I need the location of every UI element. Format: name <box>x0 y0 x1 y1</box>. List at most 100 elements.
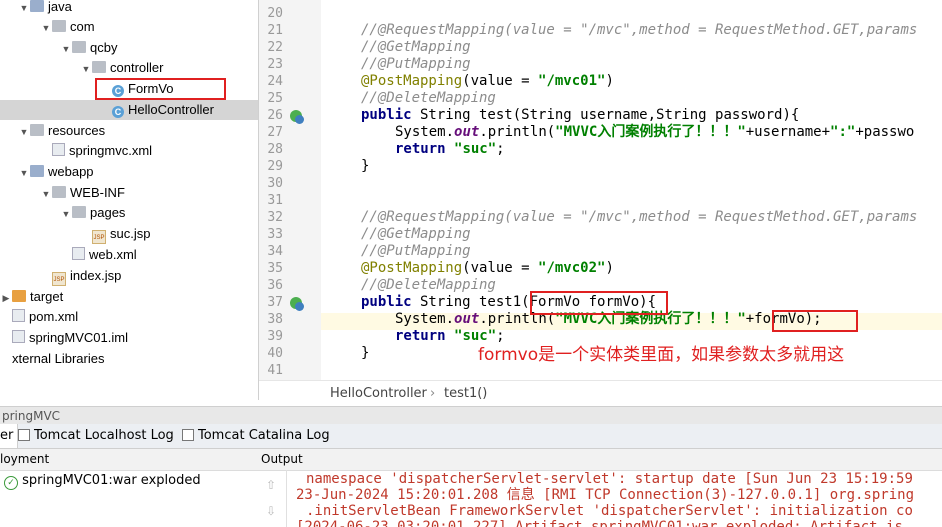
line-number: 28 <box>267 142 283 157</box>
code-line-29: } <box>361 158 370 174</box>
tree-item-label: HelloController <box>128 102 214 117</box>
tab-tomcat-localhost-log[interactable]: Tomcat Localhost Log <box>18 424 174 448</box>
tree-item-label: web.xml <box>89 247 137 262</box>
tree-item-content: ▶ target <box>0 287 64 308</box>
project-tree: ▼ java ▼ com ▼ qcby ▼ controller C FormVo C HelloCo… <box>0 0 258 400</box>
tree-item-label: qcby <box>90 40 118 55</box>
line-number: 26 <box>267 108 283 123</box>
tree-item-content: ▼ pages <box>60 203 126 224</box>
tree-item-label: java <box>48 0 72 14</box>
code-editor[interactable]: 20 21 22 23 24 25 26 27 28 29 30 31 32 33 34 35 36 37 38 39… <box>259 0 942 380</box>
xml-file-icon <box>12 330 25 343</box>
editor-gutter: 20 21 22 23 24 25 26 27 28 29 30 31 32 33 34 35 36 37 38 39… <box>259 0 321 380</box>
source-folder-icon <box>30 165 44 177</box>
code-line-27: System.out.println("MVVC入门案例执行了！！！"+user… <box>395 124 915 140</box>
annotation-note: formvo是一个实体类里面，如果参数太多就用这 <box>478 345 845 365</box>
chevron-down-icon[interactable]: ▼ <box>18 122 30 142</box>
jsp-file-icon: JSP <box>52 272 66 286</box>
tree-item-label: pom.xml <box>29 309 79 324</box>
tree-item-content: ▼ webapp <box>18 162 94 183</box>
scroll-up-icon[interactable]: ⇧ <box>266 478 276 492</box>
tree-item-label: pages <box>90 205 126 220</box>
highlight-box-formvo <box>95 78 226 100</box>
breadcrumb-class[interactable]: HelloController <box>330 381 427 407</box>
folder-icon <box>72 41 86 53</box>
tree-item-content: ▼ WEB-INF <box>40 183 125 204</box>
code-line-25: //@DeleteMapping <box>361 90 496 106</box>
folder-icon <box>52 186 66 198</box>
output-line: namespace 'dispatcherServlet-servlet': s… <box>306 471 913 487</box>
code-line-36: //@DeleteMapping <box>361 277 496 293</box>
output-header: Output <box>258 449 942 471</box>
log-icon <box>18 429 30 441</box>
line-number: 24 <box>267 74 283 89</box>
endpoint-gutter-icon[interactable] <box>290 297 304 311</box>
tree-item-label: webapp <box>48 164 94 179</box>
code-line-21: //@RequestMapping(value = "/mvc",method … <box>361 22 918 38</box>
chevron-down-icon[interactable]: ▼ <box>18 0 30 18</box>
xml-file-icon <box>52 143 65 156</box>
code-line-26: public String test(String username,Strin… <box>361 107 800 123</box>
endpoint-gutter-icon[interactable] <box>290 110 304 124</box>
tree-item-content: web.xml <box>60 245 137 265</box>
tree-item-content: springmvc.xml <box>40 141 152 161</box>
line-number: 35 <box>267 261 283 276</box>
tree-item-content: ▼ com <box>40 17 95 38</box>
breadcrumb: HelloController › test1() <box>259 380 942 407</box>
xml-file-icon <box>12 309 25 322</box>
chevron-down-icon[interactable]: ▼ <box>80 59 92 79</box>
code-line-32: //@RequestMapping(value = "/mvc",method … <box>361 209 918 225</box>
output-line: [2024-06-23 03:20:01,227] Artifact sprin… <box>296 519 903 527</box>
tree-item-label: springMVC01.iml <box>29 330 128 345</box>
xml-file-icon <box>72 247 85 260</box>
deployment-item-label: springMVC01:war exploded <box>22 473 201 488</box>
services-title-bar: pringMVC <box>0 406 942 425</box>
tree-item-label: WEB-INF <box>70 185 125 200</box>
deployment-header-label: loyment <box>0 452 50 466</box>
line-number: 23 <box>267 57 283 72</box>
folder-icon <box>92 61 106 73</box>
line-number: 39 <box>267 329 283 344</box>
tree-item-content: ▼ java <box>18 0 72 18</box>
code-line-22: //@GetMapping <box>361 39 471 55</box>
code-line-35: @PostMapping(value = "/mvc02") <box>361 260 614 276</box>
chevron-right-icon[interactable]: ▶ <box>0 288 12 308</box>
highlight-box-param <box>530 291 668 315</box>
chevron-down-icon[interactable]: ▼ <box>18 163 30 183</box>
services-title: pringMVC <box>2 409 61 423</box>
code-line-40: } <box>361 345 370 361</box>
scroll-down-icon[interactable]: ⇩ <box>266 504 276 518</box>
tree-item-content: springMVC01.iml <box>0 328 128 348</box>
chevron-down-icon[interactable]: ▼ <box>40 18 52 38</box>
deployment-item[interactable]: ✓ springMVC01:war exploded <box>4 473 201 490</box>
code-line-28: return "suc"; <box>395 141 505 157</box>
line-number: 30 <box>267 176 283 191</box>
tab-tomcat-catalina-log[interactable]: Tomcat Catalina Log <box>182 424 330 448</box>
output-line: .initServletBean FrameworkServlet 'dispa… <box>306 503 913 519</box>
breadcrumb-separator: › <box>430 386 436 401</box>
tree-item-content: C HelloController <box>100 100 214 120</box>
line-number: 31 <box>267 193 283 208</box>
output-panel: Output ⇧ ⇩ namespace 'dispatcherServlet-… <box>258 449 942 527</box>
deployment-header: loyment <box>0 449 258 471</box>
tree-item-label: resources <box>48 123 106 138</box>
tab-server-label: er <box>0 428 14 443</box>
tab-label: Tomcat Catalina Log <box>198 428 330 443</box>
check-icon: ✓ <box>4 476 18 490</box>
chevron-down-icon[interactable]: ▼ <box>60 204 72 224</box>
tree-item-label: controller <box>110 60 164 75</box>
line-number: 25 <box>267 91 283 106</box>
folder-icon <box>12 290 26 302</box>
folder-icon <box>52 20 66 32</box>
tab-server[interactable]: er <box>0 424 19 448</box>
code-line-34: //@PutMapping <box>361 243 471 259</box>
chevron-down-icon[interactable]: ▼ <box>40 184 52 204</box>
output-toolbar: ⇧ ⇩ <box>258 470 287 527</box>
chevron-down-icon[interactable]: ▼ <box>60 39 72 59</box>
line-number: 37 <box>267 295 283 310</box>
highlight-box-formvo-usage <box>772 310 858 332</box>
folder-icon <box>30 124 44 136</box>
tree-item-hellocontroller[interactable]: C HelloController <box>0 100 258 120</box>
breadcrumb-method[interactable]: test1() <box>444 381 487 407</box>
line-number: 21 <box>267 23 283 38</box>
